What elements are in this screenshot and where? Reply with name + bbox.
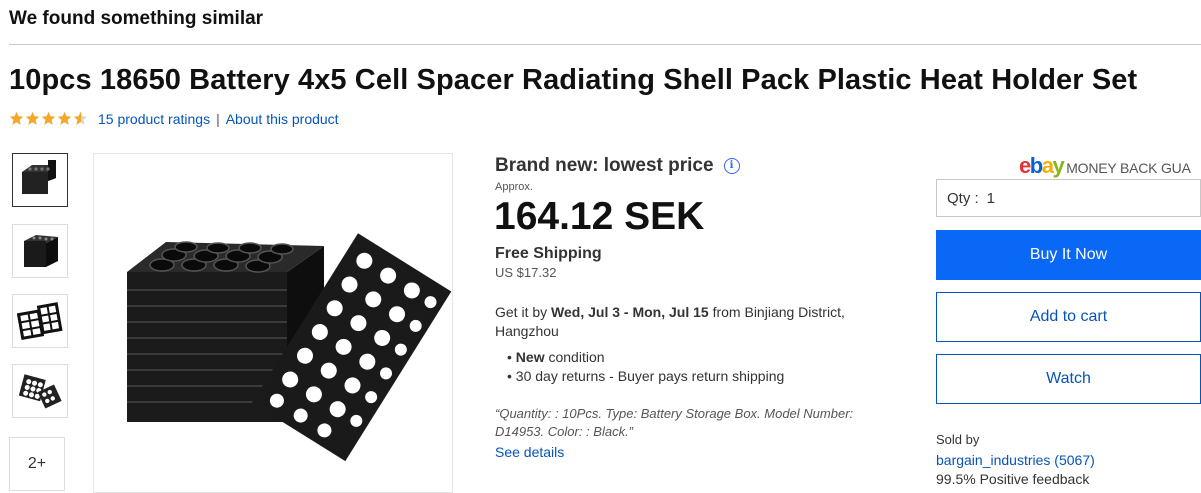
see-details-link[interactable]: See details bbox=[495, 444, 564, 460]
money-back-text: MONEY BACK GUA bbox=[1066, 160, 1191, 176]
thumbnail-4[interactable] bbox=[12, 364, 68, 418]
divider bbox=[9, 44, 1201, 45]
product-title: 10pcs 18650 Battery 4x5 Cell Spacer Radi… bbox=[9, 64, 1138, 96]
price-condition-text: Brand new: lowest price bbox=[495, 155, 714, 176]
star-rating bbox=[9, 111, 88, 126]
quantity-field[interactable]: Qty : 1 bbox=[936, 179, 1201, 217]
seller-info: bargain_industries (5067) bbox=[936, 452, 1095, 468]
thumbnail-3[interactable] bbox=[12, 294, 68, 348]
star-icon bbox=[9, 111, 24, 125]
ratings-row: 15 product ratings | About this product bbox=[98, 111, 339, 127]
shipping-label: Free Shipping bbox=[495, 245, 602, 262]
battery-holder-thumbnail-image bbox=[24, 235, 58, 267]
returns-item: 30 day returns - Buyer pays return shipp… bbox=[507, 367, 784, 386]
about-product-link[interactable]: About this product bbox=[226, 111, 339, 127]
separator: | bbox=[216, 111, 220, 127]
condition-item: New condition bbox=[507, 348, 784, 367]
returns-text: 30 day returns - Buyer pays return shipp… bbox=[515, 368, 785, 384]
battery-holder-stack-image bbox=[127, 233, 452, 462]
positive-feedback: 99.5% Positive feedback bbox=[936, 471, 1090, 487]
approx-label: Approx. bbox=[495, 181, 533, 193]
delivery-dates: Wed, Jul 3 - Mon, Jul 15 bbox=[551, 304, 709, 320]
battery-holder-thumbnail-image bbox=[17, 302, 63, 340]
condition-value: New bbox=[515, 349, 545, 365]
battery-holder-thumbnail-image bbox=[18, 374, 62, 409]
sold-by-label: Sold by bbox=[936, 432, 980, 447]
thumbnail-1[interactable] bbox=[12, 153, 68, 207]
shipping-usd-price: US $17.32 bbox=[495, 265, 557, 280]
star-icon bbox=[41, 111, 56, 125]
thumbnail-2[interactable] bbox=[12, 224, 68, 278]
half-star-icon bbox=[73, 111, 88, 125]
more-images-button[interactable]: 2+ bbox=[9, 437, 65, 491]
main-product-image[interactable] bbox=[93, 153, 453, 493]
watch-button[interactable]: Watch bbox=[936, 354, 1201, 404]
qty-label: Qty : bbox=[947, 189, 979, 207]
money-back-guarantee: ebay MONEY BACK GUA bbox=[1019, 153, 1191, 179]
item-highlights: New condition 30 day returns - Buyer pay… bbox=[507, 348, 784, 386]
qty-value[interactable]: 1 bbox=[987, 190, 995, 207]
ebay-logo: ebay bbox=[1019, 153, 1065, 178]
info-icon[interactable]: i bbox=[723, 158, 740, 174]
battery-holder-thumbnail-image bbox=[22, 160, 56, 194]
similar-heading: We found something similar bbox=[9, 8, 264, 29]
star-icon bbox=[25, 111, 40, 125]
add-to-cart-button[interactable]: Add to cart bbox=[936, 292, 1201, 342]
seller-name-link[interactable]: bargain_industries bbox=[936, 452, 1050, 468]
buy-it-now-button[interactable]: Buy It Now bbox=[936, 230, 1201, 280]
price: 164.12 SEK bbox=[494, 195, 705, 238]
delivery-estimate: Get it by Wed, Jul 3 - Mon, Jul 15 from … bbox=[495, 303, 875, 341]
condition-text: condition bbox=[544, 349, 605, 365]
star-icon bbox=[57, 111, 72, 125]
item-specifics-quote: “Quantity: : 10Pcs. Type: Battery Storag… bbox=[495, 406, 854, 439]
delivery-prefix: Get it by bbox=[495, 304, 552, 320]
product-ratings-link[interactable]: 15 product ratings bbox=[98, 111, 210, 127]
price-condition-label: Brand new: lowest price i bbox=[495, 155, 740, 177]
seller-feedback-count[interactable]: (5067) bbox=[1054, 452, 1094, 468]
